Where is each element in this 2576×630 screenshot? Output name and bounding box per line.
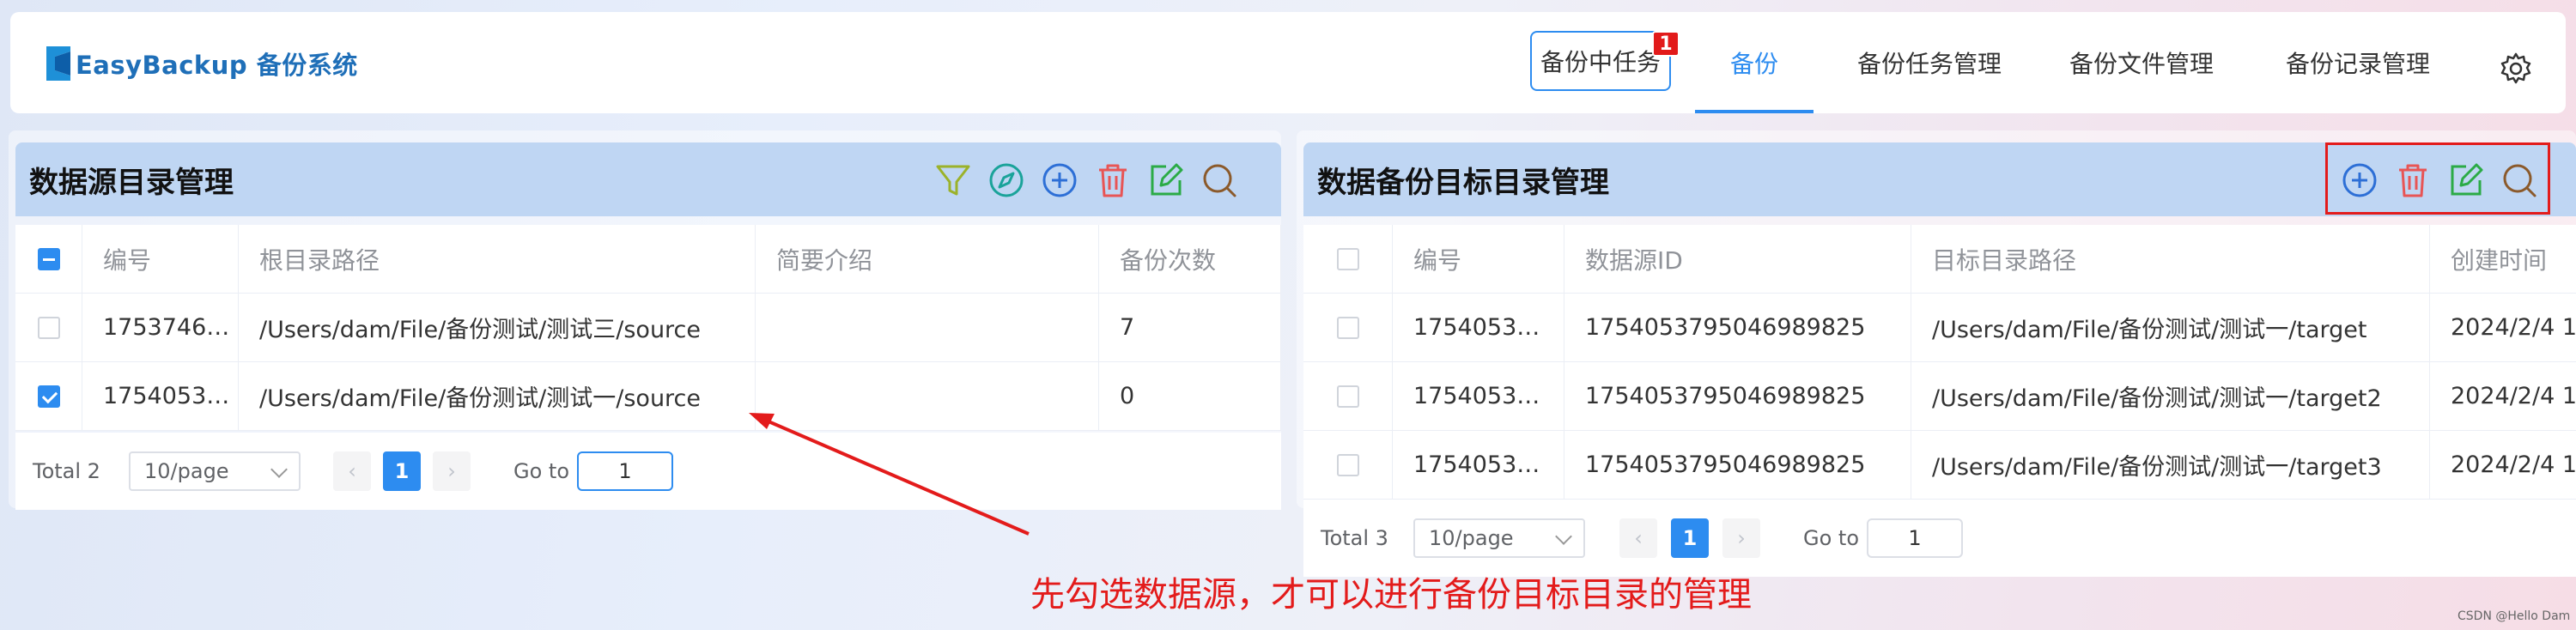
row-checkbox[interactable] [37, 385, 60, 408]
table-row[interactable]: 1754053… /Users/dam/File/备份测试/测试一/source… [15, 362, 1281, 431]
cell-target-path: /Users/dam/File/备份测试/测试一/target3 [1911, 431, 2430, 499]
prev-page-button[interactable]: ‹ [333, 451, 371, 491]
next-page-button[interactable]: › [433, 451, 471, 491]
page-number-button[interactable]: 1 [1671, 518, 1709, 558]
goto-label: Go to [513, 459, 570, 483]
prev-page-button[interactable]: ‹ [1619, 518, 1657, 558]
cell-description [756, 294, 1099, 361]
backup-target-panel: 数据备份目标目录管理 编号 数据源ID 目标目录路径 创建时间 1754053…… [1297, 130, 2576, 577]
row-select-cell [1303, 362, 1393, 430]
cell-created-time: 2024/2/4 1 [2451, 383, 2576, 409]
nav-backup-file-management[interactable]: 备份文件管理 [2056, 12, 2227, 113]
next-page-button[interactable]: › [1722, 518, 1760, 558]
cell-target-path: /Users/dam/File/备份测试/测试一/target2 [1911, 362, 2430, 430]
cell-backup-count: 0 [1099, 362, 1281, 430]
data-source-panel-header: 数据源目录管理 [15, 142, 1281, 216]
cell-source-id: 1754053795046989825 [1564, 362, 1911, 430]
backup-target-panel-header: 数据备份目标目录管理 [1303, 142, 2576, 216]
table-row[interactable]: 1754053… 1754053795046989825 /Users/dam/… [1303, 294, 2576, 362]
select-all-cell [1303, 225, 1393, 293]
cell-id: 1754053… [1393, 362, 1564, 430]
watermark: CSDN @Hello Dam [2458, 609, 2571, 623]
row-checkbox[interactable] [1336, 453, 1359, 476]
row-select-cell [1303, 431, 1393, 499]
data-source-pagination: Total 2 10/page ‹ 1 › Go to 1 [15, 433, 1281, 510]
row-select-cell [15, 294, 82, 361]
table-row[interactable]: 1753746… /Users/dam/File/备份测试/测试三/source… [15, 294, 1281, 362]
column-header-id[interactable]: 编号 [1393, 225, 1564, 293]
column-header-id[interactable]: 编号 [82, 225, 239, 293]
table-row[interactable]: 1754053… 1754053795046989825 /Users/dam/… [1303, 431, 2576, 500]
cell-root-path: /Users/dam/File/备份测试/测试一/source [239, 362, 756, 430]
chevron-down-icon [1555, 528, 1572, 545]
column-header-root-path[interactable]: 根目录路径 [239, 225, 756, 293]
annotation-text: 先勾选数据源，才可以进行备份目标目录的管理 [1030, 575, 1752, 615]
page-size-select[interactable]: 10/page [1413, 518, 1585, 558]
cell-id: 1754053… [1393, 294, 1564, 361]
filter-icon[interactable] [934, 161, 972, 199]
pagination-total: Total 3 [1321, 526, 1388, 550]
cell-backup-count: 7 [1099, 294, 1281, 361]
table-header-row: 编号 数据源ID 目标目录路径 创建时间 [1303, 225, 2576, 294]
search-icon[interactable] [1200, 161, 1238, 199]
logo-text: EasyBackup 备份系统 [76, 51, 358, 80]
cell-description [756, 362, 1099, 430]
task-count-badge: 1 [1652, 31, 1680, 57]
cell-source-id: 1754053795046989825 [1564, 431, 1911, 499]
row-checkbox[interactable] [1336, 385, 1359, 408]
nav-backup-record-management[interactable]: 备份记录管理 [2272, 12, 2444, 113]
select-all-checkbox[interactable] [37, 247, 60, 270]
edit-icon[interactable] [1147, 161, 1185, 199]
page-size-select[interactable]: 10/page [129, 451, 301, 491]
trash-icon[interactable] [1094, 161, 1132, 199]
cell-id: 1754053… [82, 362, 239, 430]
page-size-value: 10/page [144, 459, 229, 483]
row-select-cell [1303, 294, 1393, 361]
pagination-total: Total 2 [33, 459, 100, 483]
cell-target-path: /Users/dam/File/备份测试/测试一/target [1911, 294, 2430, 361]
cell-created-time: 2024/2/4 1 [2451, 451, 2576, 478]
select-all-cell [15, 225, 82, 293]
goto-label: Go to [1803, 526, 1860, 550]
goto-page-input[interactable]: 1 [1867, 518, 1963, 558]
cell-source-id: 1754053795046989825 [1564, 294, 1911, 361]
compass-icon[interactable] [987, 161, 1025, 199]
column-header-target-path[interactable]: 目标目录路径 [1911, 225, 2430, 293]
row-checkbox[interactable] [37, 316, 60, 339]
backup-target-pagination: Total 3 10/page ‹ 1 › Go to 1 [1303, 500, 2576, 577]
cell-id: 1754053… [1393, 431, 1564, 499]
table-header-row: 编号 根目录路径 简要介绍 备份次数 [15, 225, 1281, 294]
app-logo[interactable]: EasyBackup 备份系统 [45, 38, 358, 89]
goto-page-input[interactable]: 1 [577, 451, 673, 491]
cell-created-time: 2024/2/4 1 [2451, 314, 2576, 341]
backup-target-panel-title: 数据备份目标目录管理 [1317, 165, 1609, 200]
data-source-panel: 数据源目录管理 编号 根目录路径 简要介绍 备份次数 1753746… /Use… [9, 130, 1281, 510]
page-size-value: 10/page [1429, 526, 1514, 550]
data-source-panel-title: 数据源目录管理 [29, 165, 234, 200]
column-header-created-time[interactable]: 创建时间 [2430, 225, 2576, 293]
cell-root-path: /Users/dam/File/备份测试/测试三/source [239, 294, 756, 361]
nav-backup[interactable]: 备份 [1695, 12, 1814, 113]
column-header-description[interactable]: 简要介绍 [756, 225, 1099, 293]
cell-id: 1753746… [82, 294, 239, 361]
table-row[interactable]: 1754053… 1754053795046989825 /Users/dam/… [1303, 362, 2576, 431]
page-number-button[interactable]: 1 [383, 451, 421, 491]
select-all-checkbox[interactable] [1336, 247, 1359, 270]
row-checkbox[interactable] [1336, 316, 1359, 339]
data-source-table: 编号 根目录路径 简要介绍 备份次数 1753746… /Users/dam/F… [15, 225, 1281, 431]
column-header-source-id[interactable]: 数据源ID [1564, 225, 1911, 293]
plus-circle-icon[interactable] [1041, 161, 1078, 199]
gear-icon[interactable] [2499, 51, 2533, 86]
nav-backup-task-management[interactable]: 备份任务管理 [1848, 12, 2011, 113]
highlight-box [2325, 142, 2550, 215]
backup-running-tasks-button[interactable]: 备份中任务 [1530, 31, 1671, 91]
row-select-cell [15, 362, 82, 430]
column-header-backup-count[interactable]: 备份次数 [1099, 225, 1281, 293]
backup-target-table: 编号 数据源ID 目标目录路径 创建时间 1754053… 1754053795… [1303, 225, 2576, 500]
chevron-down-icon [270, 461, 288, 478]
top-header: EasyBackup 备份系统 备份中任务 1 备份 备份任务管理 备份文件管理… [10, 12, 2566, 113]
